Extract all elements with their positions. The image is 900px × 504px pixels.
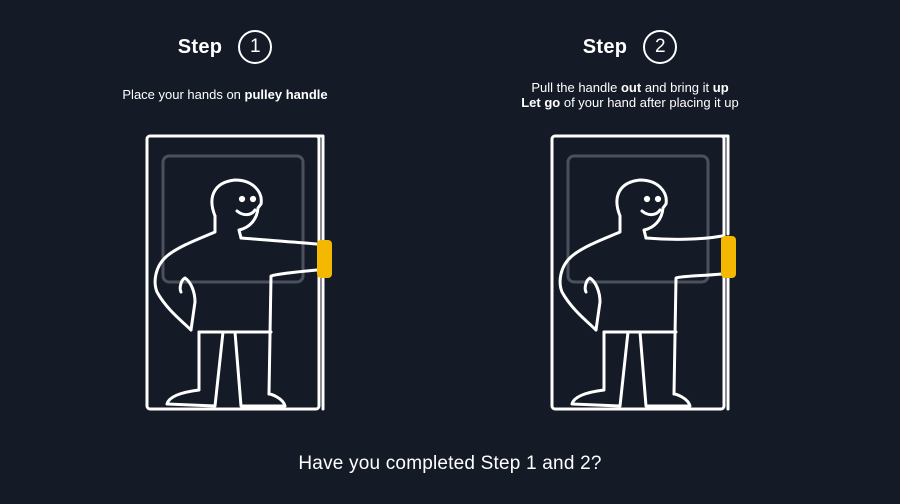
step-2-instruction-line-1: Pull the handle out and bring it up <box>531 80 729 95</box>
step-2-panel: Step 2 Pull the handle out and bring it … <box>405 0 855 420</box>
completion-question: Have you completed Step 1 and 2? <box>298 453 602 474</box>
step-1-panel: Step 1 Place your hands on pulley handle <box>0 0 450 420</box>
machine-inner-panel <box>161 154 305 284</box>
step-1-number-badge: 1 <box>238 30 273 64</box>
step-1-header: Step 1 <box>0 30 450 64</box>
step-1-illustration <box>145 134 332 411</box>
person-figure <box>558 178 724 408</box>
machine-frame <box>550 134 726 411</box>
pulley-handle-icon <box>721 236 736 278</box>
machine-inner-panel <box>566 154 710 284</box>
step-2-illustration <box>550 134 736 411</box>
pulley-handle-icon <box>317 240 332 278</box>
step-2-label: Step <box>582 35 628 58</box>
step-2-header: Step 2 <box>405 30 855 64</box>
step-2-instruction-line-2: Let go of your hand after placing it up <box>521 95 739 110</box>
step-1-label: Step <box>177 35 223 58</box>
step-2-instruction: Pull the handle out and bring it up Let … <box>405 80 855 110</box>
person-figure <box>153 178 319 408</box>
step-1-instruction: Place your hands on pulley handle <box>122 87 328 102</box>
step-2-number-badge: 2 <box>643 30 678 64</box>
